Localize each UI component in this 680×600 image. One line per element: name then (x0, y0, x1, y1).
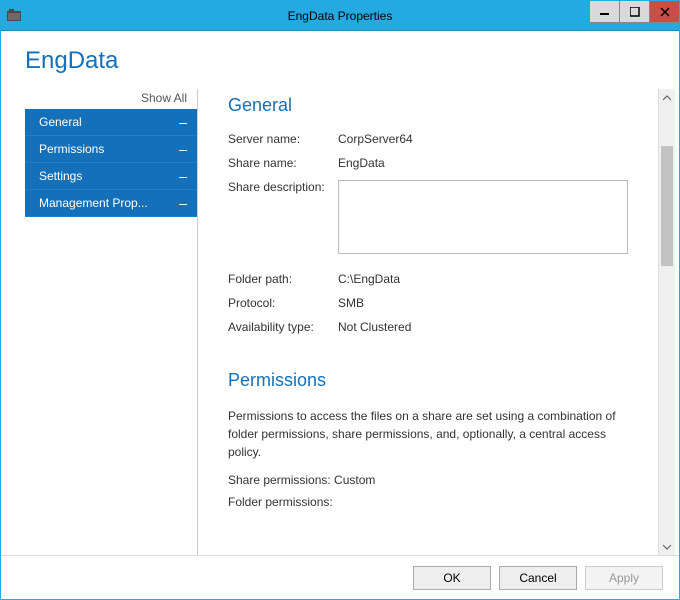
client-area: EngData Show All General – Permissions –… (1, 31, 679, 599)
folder-permissions-line: Folder permissions: (228, 493, 622, 511)
collapse-icon: – (179, 142, 187, 156)
page-title: EngData (25, 47, 675, 75)
sidebar-item-label: Permissions (39, 142, 104, 156)
sidebar-item-management-properties[interactable]: Management Prop... – (25, 190, 197, 217)
share-name-value: EngData (338, 156, 652, 170)
content-pane: General Server name: CorpServer64 Share … (198, 89, 658, 555)
sidebar-item-general[interactable]: General – (25, 109, 197, 136)
collapse-icon: – (179, 169, 187, 183)
maximize-icon (630, 7, 640, 17)
folder-path-label: Folder path: (228, 272, 338, 286)
sidebar-item-label: Settings (39, 169, 82, 183)
apply-button[interactable]: Apply (585, 566, 663, 590)
chevron-down-icon (663, 544, 671, 550)
maximize-button[interactable] (619, 1, 649, 23)
cancel-button[interactable]: Cancel (499, 566, 577, 590)
collapse-icon: – (179, 196, 187, 210)
share-permissions-line: Share permissions: Custom (228, 471, 622, 489)
availability-type-label: Availability type: (228, 320, 338, 334)
collapse-icon: – (179, 115, 187, 129)
folder-path-value: C:\EngData (338, 272, 652, 286)
server-name-value: CorpServer64 (338, 132, 652, 146)
sidebar-item-settings[interactable]: Settings – (25, 163, 197, 190)
show-all-link[interactable]: Show All (25, 89, 197, 109)
dialog-footer: OK Cancel Apply (1, 555, 679, 599)
share-description-label: Share description: (228, 180, 338, 194)
sidebar: Show All General – Permissions – Setting… (25, 89, 197, 555)
vertical-scrollbar[interactable] (658, 89, 675, 555)
ok-button[interactable]: OK (413, 566, 491, 590)
scroll-up-button[interactable] (659, 89, 675, 106)
close-icon (660, 7, 670, 17)
window-title: EngData Properties (1, 9, 679, 23)
permissions-description: Permissions to access the files on a sha… (228, 407, 622, 461)
availability-type-value: Not Clustered (338, 320, 652, 334)
app-icon (7, 9, 23, 23)
minimize-icon (600, 7, 610, 17)
close-button[interactable] (649, 1, 679, 23)
minimize-button[interactable] (589, 1, 619, 23)
window-frame: EngData Properties EngData Show All Gene… (0, 0, 680, 600)
section-heading-general: General (228, 95, 652, 116)
share-name-label: Share name: (228, 156, 338, 170)
titlebar[interactable]: EngData Properties (1, 1, 679, 31)
scrollbar-track[interactable] (659, 106, 675, 538)
window-controls (589, 1, 679, 30)
share-description-input[interactable] (338, 180, 628, 254)
scroll-down-button[interactable] (659, 538, 675, 555)
sidebar-item-permissions[interactable]: Permissions – (25, 136, 197, 163)
sidebar-item-label: Management Prop... (39, 196, 148, 210)
server-name-label: Server name: (228, 132, 338, 146)
chevron-up-icon (663, 95, 671, 101)
section-heading-permissions: Permissions (228, 370, 652, 391)
scrollbar-thumb[interactable] (661, 146, 673, 266)
sidebar-item-label: General (39, 115, 82, 129)
protocol-value: SMB (338, 296, 652, 310)
protocol-label: Protocol: (228, 296, 338, 310)
